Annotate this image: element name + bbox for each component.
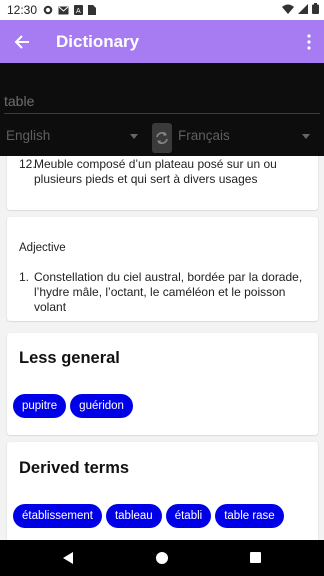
chevron-down-icon [130,134,138,139]
adjective-card: Adjective 1. Constellation du ciel austr… [7,217,318,321]
more-vert-icon [307,34,311,50]
target-language-select[interactable]: Français [178,127,310,147]
nav-recents-icon[interactable] [250,552,261,563]
part-of-speech-label: Adjective [19,242,66,254]
term-chip[interactable]: guéridon [70,394,133,418]
status-bar: 12:30 A [0,0,324,20]
chevron-down-icon [302,134,310,139]
chip-group: pupitre guéridon [13,394,137,418]
term-chip[interactable]: table rase [215,504,284,528]
battery-icon [312,3,319,14]
notification-icon: A [74,5,84,15]
back-button[interactable] [0,20,44,63]
nav-back-icon[interactable] [63,552,73,564]
definition-number: 12. [19,157,36,171]
swap-languages-button[interactable] [152,123,172,153]
definition-item: 12. Meuble composé d’un plateau posé sur… [19,157,309,187]
settings-icon [43,5,53,15]
section-title: Less general [19,349,120,367]
chip-group: établissement tableau établi table rase [13,504,288,528]
wifi-icon [282,4,294,14]
overflow-menu-button[interactable] [302,32,316,52]
term-chip[interactable]: établi [165,504,212,528]
search-panel: English Français [0,63,324,156]
term-chip[interactable]: tableau [105,504,162,528]
mail-icon [58,6,69,14]
search-input[interactable] [4,91,320,111]
definition-text: Constellation du ciel austral, bordée pa… [34,270,303,314]
term-chip[interactable]: pupitre [13,394,67,418]
status-time: 12:30 [7,3,38,17]
source-language-label: English [6,128,51,143]
swap-icon [156,132,168,144]
source-language-select[interactable]: English [6,127,138,147]
less-general-card: Less general pupitre guéridon [7,333,318,435]
section-title: Derived terms [19,459,130,477]
arrow-back-icon [14,34,29,49]
definition-number: 1. [19,270,30,284]
app-bar: Dictionary [0,20,324,63]
signal-icon [298,3,308,14]
system-nav-bar [0,540,324,576]
target-language-label: Français [178,128,230,143]
definitions-card: 12. Meuble composé d’un plateau posé sur… [7,156,318,210]
file-icon [88,5,97,15]
search-underline [4,113,320,114]
app-title: Dictionary [56,31,140,51]
definition-text: Meuble composé d’un plateau posé sur un … [34,157,277,186]
definition-item: 1. Constellation du ciel austral, bordée… [19,270,312,315]
nav-home-icon[interactable] [156,552,168,564]
results-content: 12. Meuble composé d’un plateau posé sur… [0,156,324,540]
svg-text:A: A [76,8,81,15]
term-chip[interactable]: établissement [13,504,102,528]
derived-terms-card: Derived terms établissement tableau étab… [7,442,318,540]
